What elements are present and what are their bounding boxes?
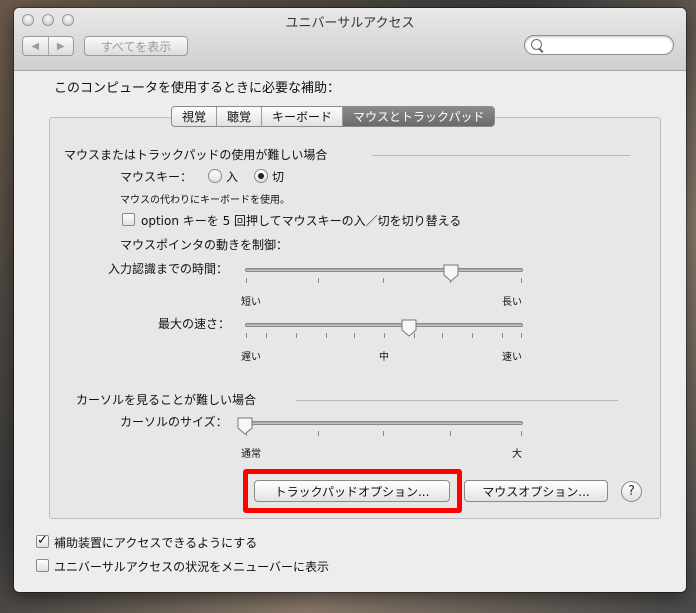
slider-tick [521,333,522,338]
cursor-size-max-label: 大 [512,449,522,460]
slider-tick [472,333,473,338]
option-toggle-label: option キーを 5 回押してマウスキーの入／切を切り替える [141,214,462,228]
page-heading: このコンピュータを使用するときに必要な補助： [54,81,341,96]
delay-slider-track[interactable] [245,268,523,272]
speed-max-label: 速い [502,352,522,363]
forward-arrow-icon[interactable]: ▶ [47,37,74,55]
mouse-keys-off-label: 切 [272,170,285,184]
slider-tick [296,333,297,338]
option-toggle-checkbox[interactable] [122,213,135,226]
slider-tick [318,278,319,283]
cursor-section-divider [296,400,618,401]
slider-tick [384,333,385,338]
slider-tick [326,333,327,338]
help-button[interactable]: ? [621,481,642,502]
slider-tick [521,431,522,436]
show-all-button[interactable]: すべてを表示 [84,36,188,56]
mouse-section-divider [372,155,630,156]
back-arrow-icon[interactable]: ◀ [23,37,48,55]
slider-tick [246,278,247,283]
speed-mid-label: 中 [379,352,389,363]
cursor-size-slider-track[interactable] [245,421,523,425]
search-input[interactable] [524,35,674,55]
menubar-status-checkbox[interactable] [36,559,49,572]
delay-slider-label: 入力認識までの時間： [108,262,229,276]
speed-slider-thumb[interactable] [401,319,417,337]
mouse-options-button[interactable]: マウスオプション... [464,480,608,502]
mouse-keys-label: マウスキー： [120,170,193,184]
window-title: ユニバーサルアクセス [285,16,415,31]
slider-tick [266,333,267,338]
slider-tick [383,278,384,283]
delay-max-label: 長い [502,297,522,308]
delay-slider-thumb[interactable] [443,264,459,282]
slider-tick [502,333,503,338]
mouse-keys-description: マウスの代わりにキーボードを使用。 [120,195,290,206]
enable-access-checkbox[interactable]: ✓ [36,534,49,548]
cursor-size-slider-thumb[interactable] [237,417,253,435]
trackpad-options-highlight [243,469,462,513]
slider-tick [354,333,355,338]
menubar-status-label: ユニバーサルアクセスの状況をメニューバーに表示 [54,560,330,574]
cursor-section-title: カーソルを見ることが難しい場合 [76,393,257,407]
pointer-control-label: マウスポインタの動きを制御： [120,238,289,252]
preferences-window: ユニバーサルアクセス ◀ ▶ すべてを表示 このコンピュータを使用するときに必要… [14,8,686,592]
speed-slider-track[interactable] [245,323,523,327]
nav-back-forward: ◀ ▶ [22,36,74,56]
tab-hearing[interactable]: 聴覚 [216,107,261,126]
tab-bar: 視覚 聴覚 キーボード マウスとトラックパッド [171,106,496,127]
slider-tick [383,431,384,436]
search-icon [531,39,542,50]
slider-tick [318,431,319,436]
tab-vision[interactable]: 視覚 [172,107,216,126]
speed-slider-label: 最大の速さ： [158,317,231,331]
speed-min-label: 遅い [241,352,261,363]
tab-keyboard[interactable]: キーボード [261,107,342,126]
slider-tick [450,431,451,436]
title-bar: ユニバーサルアクセス ◀ ▶ すべてを表示 [14,8,686,71]
mouse-keys-off-radio[interactable] [254,169,268,183]
slider-tick [442,333,443,338]
slider-tick [246,333,247,338]
mouse-keys-on-label: 入 [226,170,239,184]
slider-tick [521,278,522,283]
tab-panel: マウスまたはトラックパッドの使用が難しい場合 マウスキー： 入 切 マウスの代わ… [49,117,661,519]
delay-min-label: 短い [241,297,261,308]
cursor-size-label: カーソルのサイズ： [120,415,228,429]
enable-access-label: 補助装置にアクセスできるようにする [54,536,258,550]
mouse-keys-on-radio[interactable] [208,169,222,183]
mouse-section-title: マウスまたはトラックパッドの使用が難しい場合 [64,148,328,162]
cursor-size-min-label: 通常 [241,449,261,460]
tab-mouse-trackpad[interactable]: マウスとトラックパッド [342,107,495,126]
